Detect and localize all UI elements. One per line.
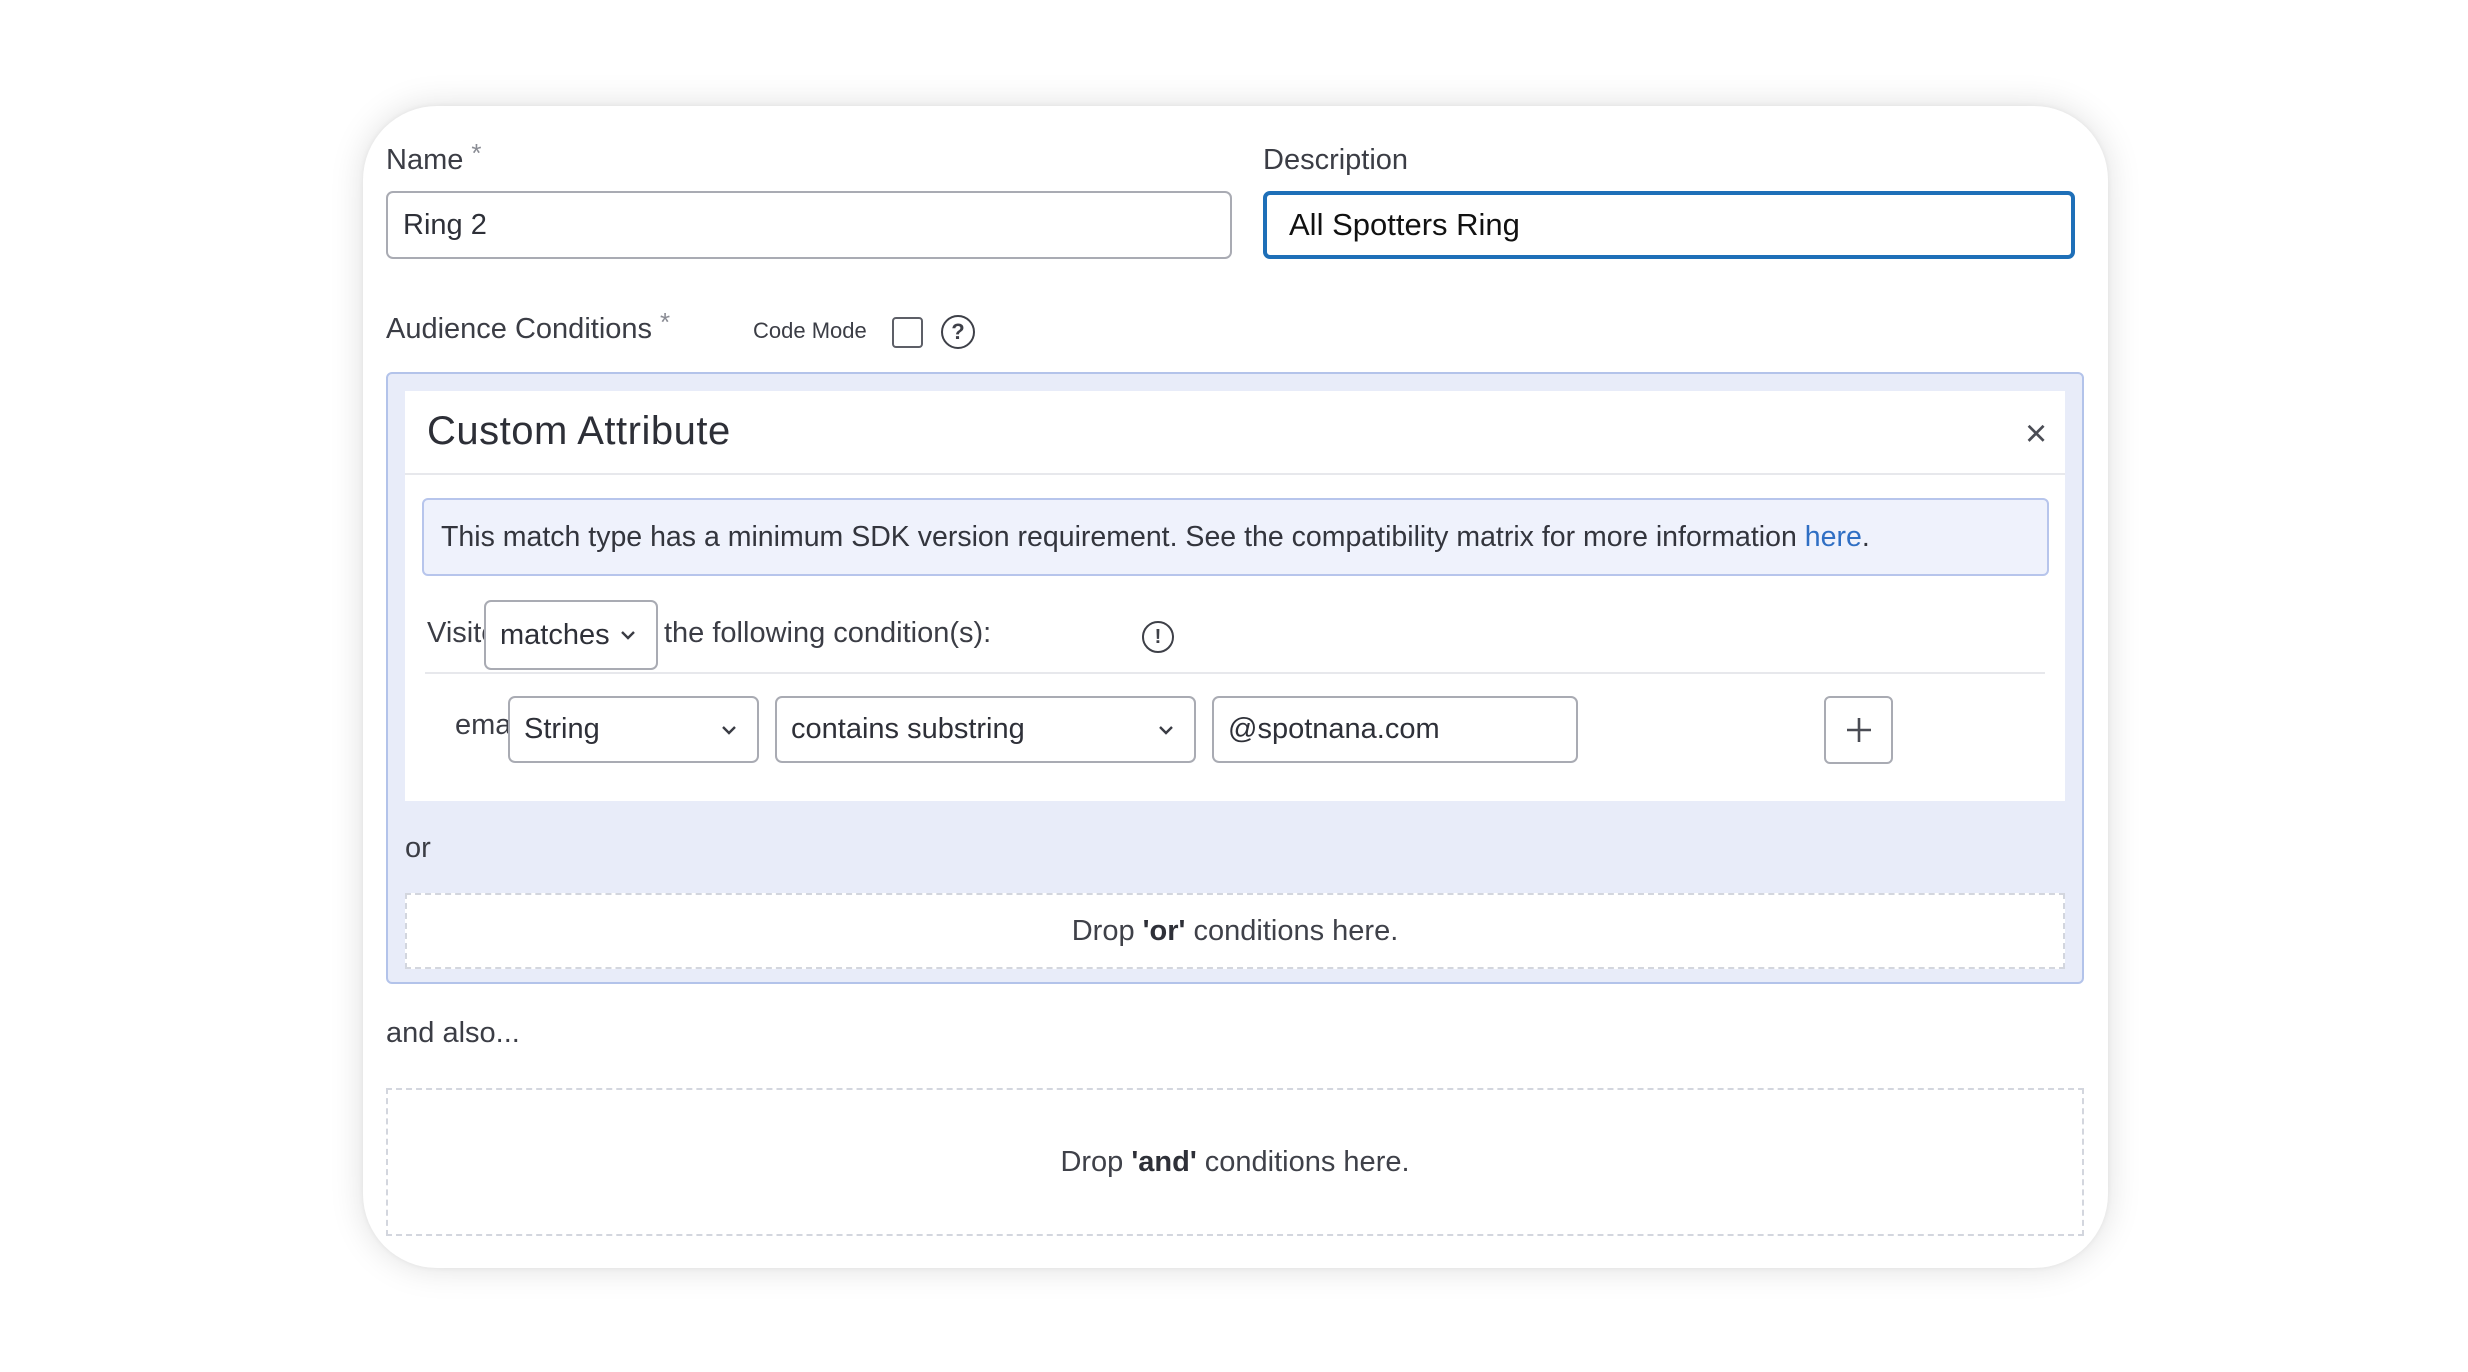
chevron-down-icon: [621, 631, 635, 640]
operator-select-value: contains substring: [791, 713, 1025, 745]
notice-link[interactable]: here: [1805, 521, 1862, 554]
name-input-value: Ring 2: [403, 208, 487, 241]
and-also-label: and also...: [386, 1017, 520, 1049]
name-input[interactable]: Ring 2: [386, 191, 1232, 259]
or-drop-keyword: 'or': [1142, 914, 1186, 947]
notice-end: .: [1861, 520, 1870, 553]
chevron-down-icon: [722, 725, 736, 735]
or-drop-zone[interactable]: Drop 'or' conditions here.: [405, 893, 2065, 969]
type-select[interactable]: String: [508, 696, 759, 763]
add-condition-button[interactable]: [1824, 696, 1893, 764]
notice-text: This match type has a minimum SDK versio…: [441, 520, 1805, 553]
description-input-value: All Spotters Ring: [1289, 207, 1520, 242]
and-drop-prefix: Drop: [1060, 1145, 1132, 1178]
code-mode-checkbox[interactable]: [892, 317, 923, 348]
title-divider: [405, 473, 2065, 475]
value-input-text: @spotnana.com: [1228, 713, 1440, 745]
description-label: Description: [1263, 144, 1409, 176]
or-drop-suffix: conditions here.: [1185, 914, 1399, 947]
condition-card-title: Custom Attribute: [427, 409, 731, 453]
name-label-text: Name: [386, 144, 464, 176]
condition-card: Custom Attribute × This match type has a…: [405, 391, 2065, 801]
name-label: Name *: [386, 138, 481, 177]
description-input[interactable]: All Spotters Ring: [1263, 191, 2075, 259]
close-icon[interactable]: ×: [2025, 415, 2047, 453]
match-type-value: matches: [500, 618, 610, 651]
required-mark: *: [471, 138, 482, 168]
or-label: or: [405, 832, 431, 864]
operator-select[interactable]: contains substring: [775, 696, 1196, 763]
audience-conditions-label: Audience Conditions *: [386, 307, 670, 346]
match-type-select[interactable]: matches: [484, 600, 658, 670]
audience-conditions-text: Audience Conditions: [386, 313, 653, 345]
and-drop-suffix: conditions here.: [1196, 1145, 1410, 1178]
help-icon[interactable]: ?: [941, 315, 975, 349]
info-icon[interactable]: !: [1142, 621, 1174, 653]
row-divider: [425, 672, 2045, 674]
or-drop-prefix: Drop: [1071, 914, 1143, 947]
sdk-notice-banner: This match type has a minimum SDK versio…: [422, 498, 2049, 576]
chevron-down-icon: [1159, 725, 1173, 735]
or-group-panel: Custom Attribute × This match type has a…: [386, 372, 2084, 984]
type-select-value: String: [524, 713, 600, 745]
code-mode-label: Code Mode: [753, 318, 867, 343]
following-conditions-text: the following condition(s):: [664, 617, 992, 649]
audience-form-card: Name * Ring 2 Description All Spotters Ri…: [363, 106, 2108, 1268]
and-drop-zone[interactable]: Drop 'and' conditions here.: [386, 1088, 2084, 1236]
and-drop-keyword: 'and': [1131, 1145, 1197, 1178]
plus-icon: [1846, 718, 1871, 742]
value-input[interactable]: @spotnana.com: [1212, 696, 1578, 763]
required-mark: *: [660, 307, 671, 337]
